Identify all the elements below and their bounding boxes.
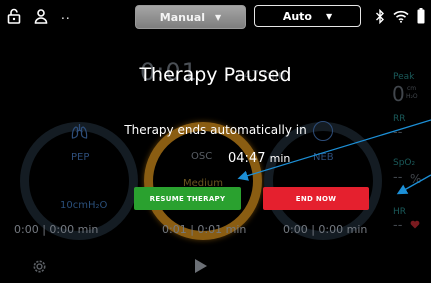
chevron-down-icon: ▼ <box>326 11 333 21</box>
play-icon[interactable] <box>194 258 208 274</box>
countdown-value: 04:47 <box>228 151 266 166</box>
hr-value: -- <box>393 218 403 233</box>
countdown: 04:47 min <box>228 151 290 166</box>
pep-time: 0:00 | 0:00 min <box>14 223 99 236</box>
user-icon[interactable] <box>32 7 50 25</box>
pep-unit: 10cmH₂O <box>60 200 108 211</box>
spo2-unit: % <box>410 172 422 186</box>
profile-more: .. <box>61 8 71 22</box>
chevron-down-icon: ▼ <box>215 12 222 22</box>
mode-auto-label: Auto <box>282 9 312 23</box>
therapy-screen: .. Manual ▼ Auto ▼ 0:01 / 47 min PEP 10c… <box>0 0 431 283</box>
dialog-title: Therapy Paused <box>139 64 292 86</box>
pep-label: PEP <box>71 152 90 163</box>
status-bar: .. Manual ▼ Auto ▼ <box>0 0 431 32</box>
mode-manual-button[interactable]: Manual ▼ <box>135 5 246 29</box>
spo2-label: SpO₂ <box>393 158 416 168</box>
heart-icon <box>410 214 420 233</box>
bluetooth-icon <box>371 7 389 25</box>
osc-label: OSC <box>191 151 213 162</box>
osc-time: 0:01 | 0:01 min <box>162 223 247 236</box>
countdown-unit: min <box>269 152 291 165</box>
wifi-icon <box>392 7 410 25</box>
neb-time: 0:00 | 0:00 min <box>283 223 368 236</box>
resume-therapy-button[interactable]: RESUME THERAPY <box>134 187 241 210</box>
neb-label: NEB <box>313 152 334 163</box>
dialog-message: Therapy ends automatically in <box>124 123 307 137</box>
end-now-button[interactable]: END NOW <box>263 187 369 210</box>
gear-icon[interactable] <box>31 258 48 275</box>
peak-unit-bottom: H₂O <box>406 93 418 100</box>
mode-auto-button[interactable]: Auto ▼ <box>254 5 361 27</box>
spo2-value: -- <box>393 170 403 185</box>
peak-unit-top: cm <box>407 85 417 92</box>
hr-label: HR <box>393 207 407 217</box>
battery-icon <box>412 7 430 25</box>
lock-icon[interactable] <box>5 7 23 25</box>
mode-manual-label: Manual <box>159 10 206 24</box>
